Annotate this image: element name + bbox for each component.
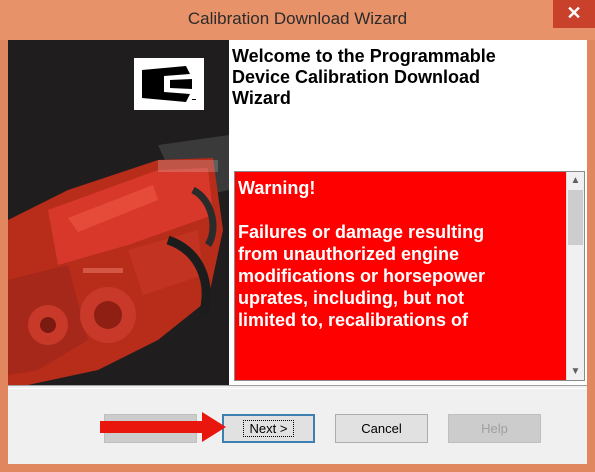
scroll-down-icon[interactable]: ▼: [567, 363, 584, 380]
help-button[interactable]: Help: [448, 414, 541, 443]
button-separator: [8, 385, 587, 389]
red-arrow-annotation: [100, 421, 208, 433]
welcome-panel: Welcome to the Programmable Device Calib…: [229, 40, 587, 385]
warning-text-box[interactable]: Warning! Failures or damage resulting fr…: [234, 171, 585, 381]
welcome-heading: Welcome to the Programmable Device Calib…: [232, 46, 496, 108]
close-button[interactable]: ✕: [553, 0, 595, 28]
engine-image-panel: [8, 40, 229, 385]
close-icon: ✕: [566, 3, 582, 23]
warning-scrollbar[interactable]: ▲ ▼: [566, 172, 584, 380]
engine-image: [8, 135, 229, 385]
cancel-button[interactable]: Cancel: [335, 414, 428, 443]
wizard-window: Calibration Download Wizard ✕ Welcome to…: [0, 0, 595, 472]
next-button-label: Next >: [242, 420, 295, 437]
title-bar[interactable]: Calibration Download Wizard ✕: [0, 0, 595, 40]
scroll-thumb[interactable]: [568, 190, 583, 245]
window-title: Calibration Download Wizard: [187, 9, 408, 28]
red-arrow-head-icon: [202, 412, 226, 442]
next-button[interactable]: Next >: [222, 414, 315, 443]
warning-text: Warning! Failures or damage resulting fr…: [238, 178, 486, 330]
wizard-client-area: Welcome to the Programmable Device Calib…: [8, 40, 587, 464]
scroll-up-icon[interactable]: ▲: [567, 172, 584, 189]
